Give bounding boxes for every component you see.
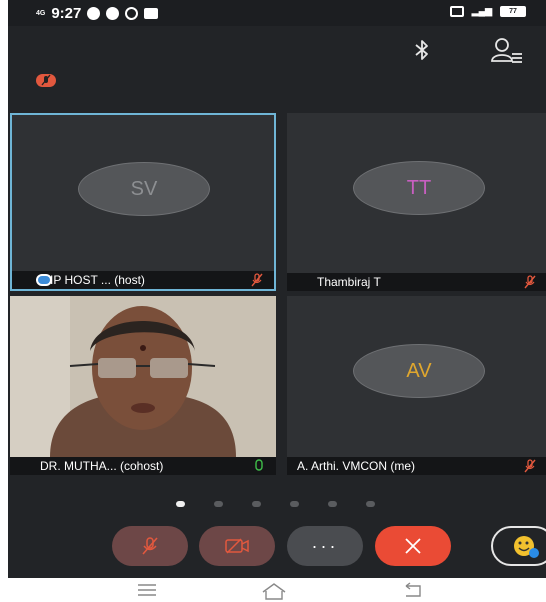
- participant-avatar: SV: [78, 162, 210, 216]
- mute-toggle-button[interactable]: [112, 526, 188, 566]
- reactions-button[interactable]: [491, 526, 546, 566]
- participant-tile[interactable]: TT Thambiraj T: [287, 113, 546, 291]
- vibrate-icon: [449, 6, 464, 17]
- end-call-button[interactable]: [375, 526, 451, 566]
- participants-icon[interactable]: [490, 36, 524, 64]
- mic-muted-icon: [251, 273, 263, 287]
- page-indicator[interactable]: [176, 501, 375, 507]
- mic-muted-icon: [142, 537, 158, 555]
- participant-nameplate: A. Arthi. VMCON (me): [287, 457, 546, 475]
- page-dot[interactable]: [366, 501, 375, 507]
- message-icon: [144, 8, 159, 19]
- participant-name: Thambiraj T: [317, 275, 381, 289]
- participant-tile[interactable]: SV SIP HOST ... (host): [10, 113, 276, 291]
- meeting-toolbar: [8, 26, 546, 68]
- participant-name: A. Arthi. VMCON (me): [297, 459, 416, 473]
- participant-name: DR. MUTHA... (cohost): [40, 459, 164, 473]
- video-toggle-button[interactable]: [199, 526, 275, 566]
- network-indicator: 4G: [36, 10, 46, 17]
- host-badge-icon: [36, 274, 52, 286]
- notification-icon: [106, 7, 120, 20]
- page-dot[interactable]: [252, 501, 261, 507]
- whatsapp-icon: [125, 7, 139, 20]
- mic-muted-icon: [524, 275, 536, 289]
- participant-avatar: TT: [353, 161, 485, 215]
- audio-muted-badge[interactable]: [36, 74, 56, 87]
- page-dot[interactable]: [176, 501, 185, 507]
- participant-avatar: AV: [353, 344, 485, 398]
- camera-off-icon: [225, 538, 249, 554]
- end-call-icon: [405, 538, 421, 554]
- battery-icon: 77: [500, 6, 526, 17]
- participant-nameplate: Thambiraj T: [287, 273, 546, 291]
- more-dots-icon: ···: [311, 535, 339, 556]
- system-navigation-bar: [0, 578, 546, 602]
- participant-tile[interactable]: AV A. Arthi. VMCON (me): [287, 296, 546, 475]
- bluetooth-icon[interactable]: [410, 38, 434, 62]
- phone-screen: 4G 9:27 ▂▄▆ 77 SV SIP HOST ... (host) TT…: [0, 0, 546, 602]
- notification-icon: [87, 7, 101, 20]
- page-dot[interactable]: [328, 501, 337, 507]
- participant-tile[interactable]: DR. MUTHA... (cohost): [10, 296, 276, 475]
- participant-nameplate: SIP HOST ... (host): [12, 271, 274, 289]
- participant-name: SIP HOST ... (host): [42, 273, 145, 287]
- mic-muted-icon: [524, 459, 536, 473]
- more-options-button[interactable]: ···: [287, 526, 363, 566]
- status-time: 9:27: [51, 5, 82, 22]
- status-bar: 4G 9:27 ▂▄▆ 77: [8, 0, 546, 26]
- participant-video: [10, 296, 276, 457]
- meeting-app: 4G 9:27 ▂▄▆ 77 SV SIP HOST ... (host) TT…: [8, 0, 546, 578]
- mic-on-icon: [255, 459, 263, 471]
- participant-nameplate: DR. MUTHA... (cohost): [10, 457, 276, 475]
- emoji-reaction-icon: [514, 536, 539, 558]
- page-dot[interactable]: [290, 501, 299, 507]
- signal-icon: ▂▄▆: [471, 6, 492, 16]
- page-dot[interactable]: [214, 501, 223, 507]
- nav-home-icon[interactable]: [260, 582, 288, 600]
- nav-back-icon[interactable]: [400, 582, 426, 600]
- nav-menu-icon[interactable]: [135, 582, 159, 598]
